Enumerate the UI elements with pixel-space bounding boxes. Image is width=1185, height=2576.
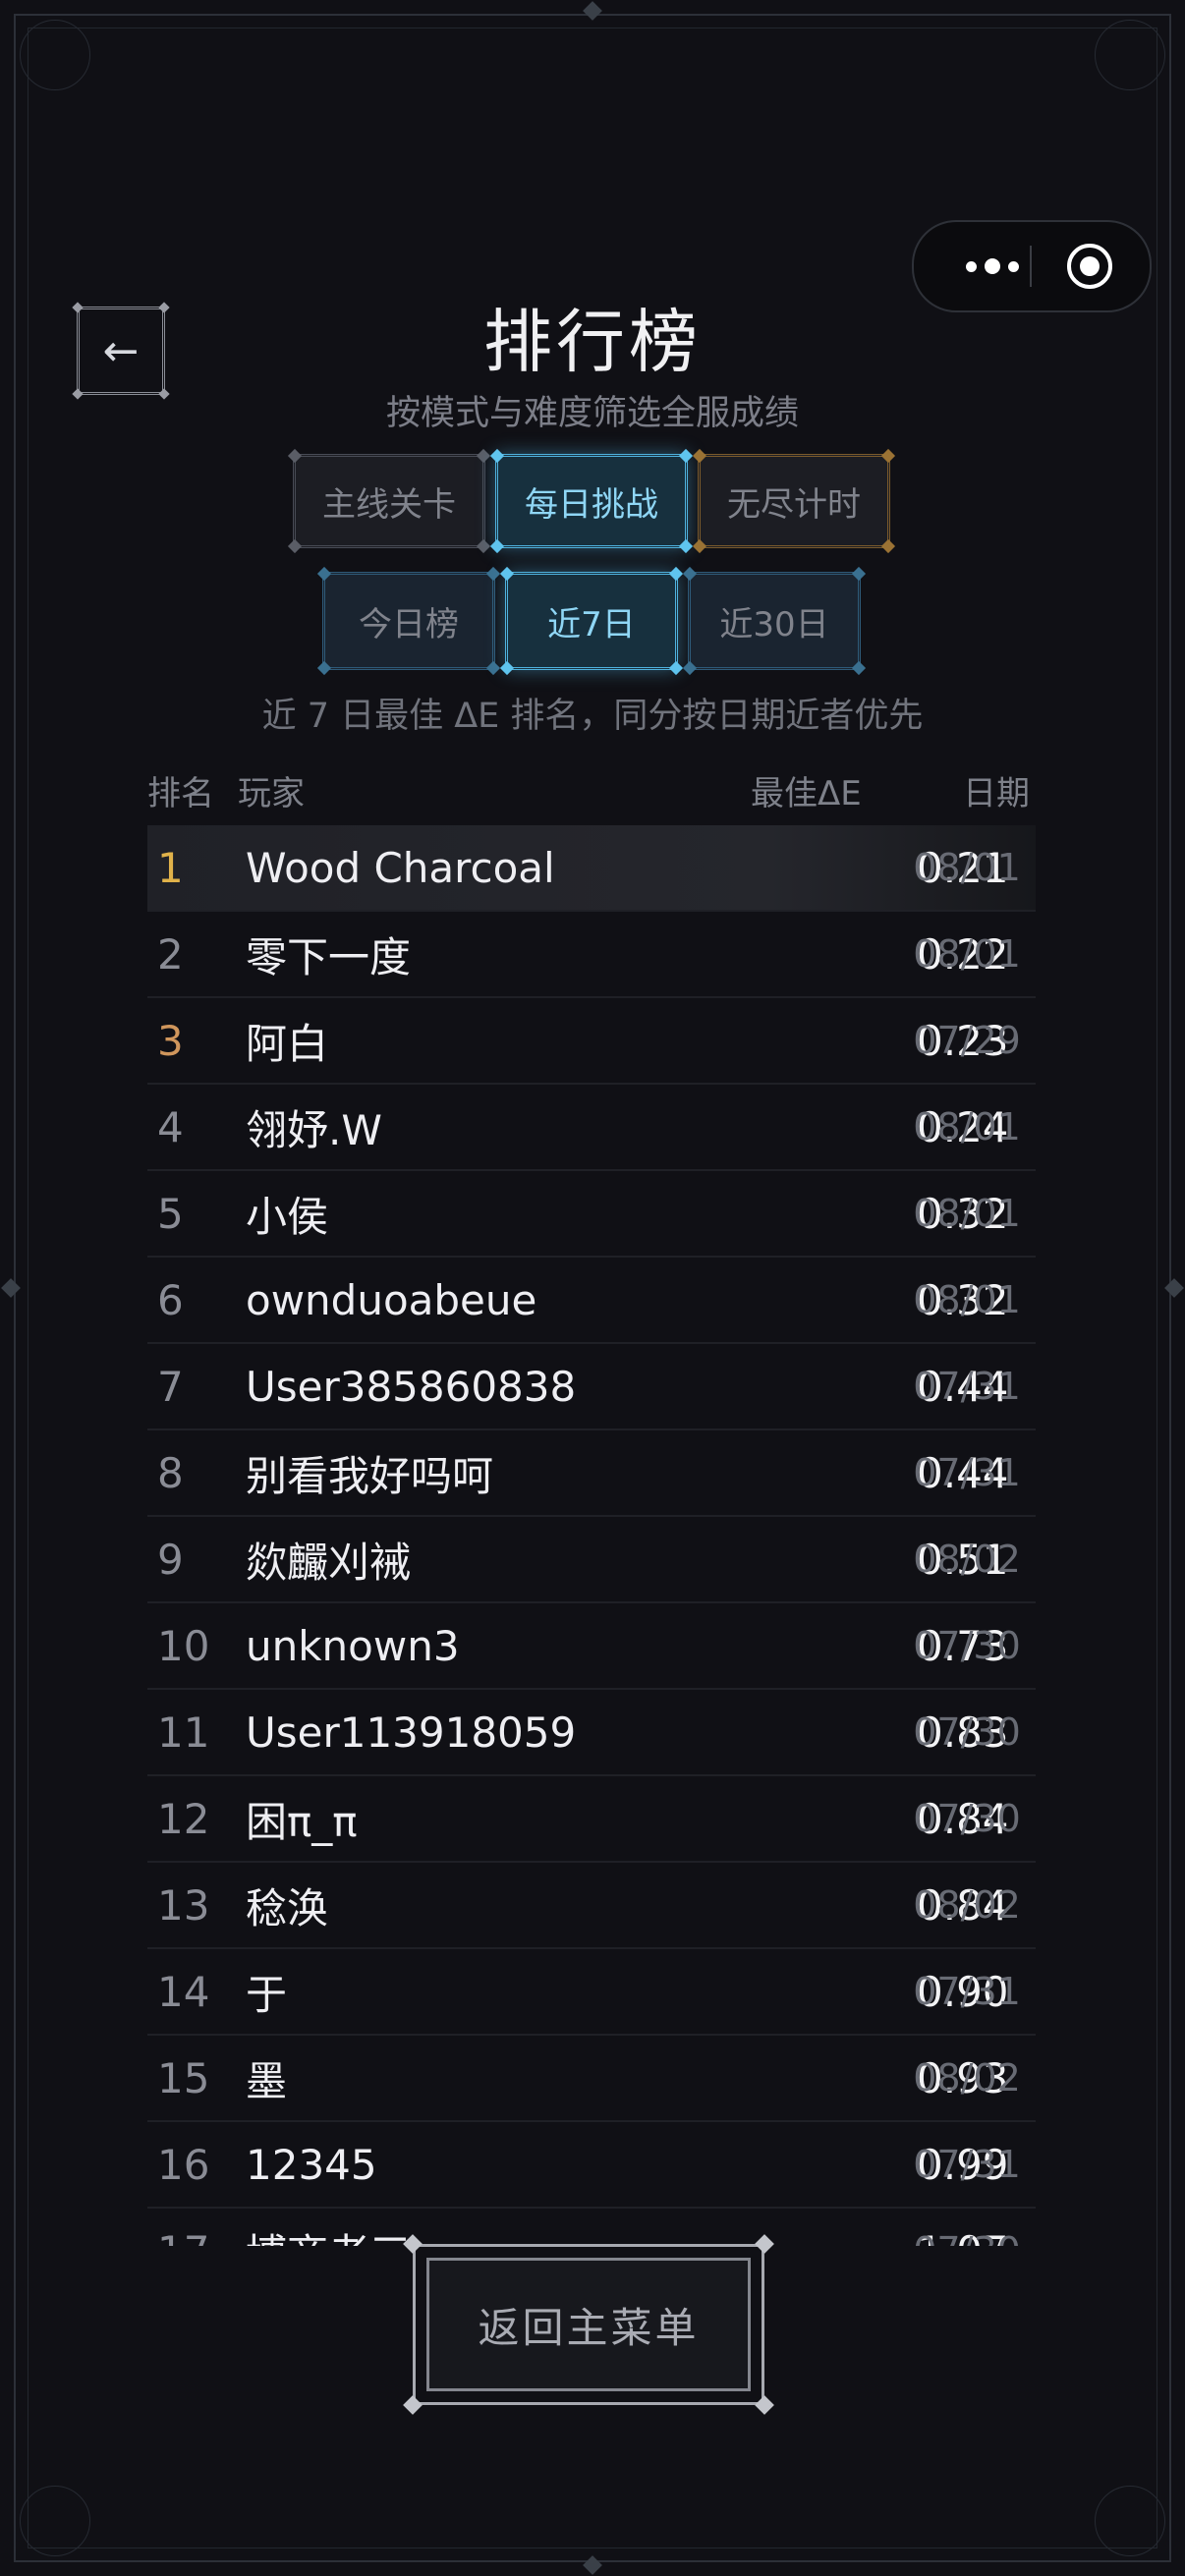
rank-cell: 10 [157, 1621, 210, 1670]
page-title: 排行榜 [483, 302, 702, 382]
rank-cell: 13 [157, 1880, 210, 1930]
page-subtitle: 按模式与难度筛选全服成绩 [385, 394, 799, 433]
tab-label: 主线关卡 [322, 484, 456, 525]
table-row: 13 稔涣 0.84 08/02 [147, 1863, 1036, 1949]
tab-label: 近30日 [719, 604, 829, 644]
date-cell: 07/30 [898, 2209, 1036, 2246]
table-row: 5 小侯 0.32 08/01 [147, 1171, 1036, 1258]
date-cell: 07/31 [913, 1365, 1021, 1408]
tab-label: 今日榜 [359, 604, 459, 644]
ranking-hint: 近 7 日最佳 ΔE 排名，同分按日期近者优先 [261, 697, 924, 736]
table-row: 17博商老三1.0707/30 [147, 2209, 1036, 2247]
player-name-cell: 别看我好吗呵 [246, 1451, 494, 1500]
date-cell: 07/29 [913, 1019, 1021, 1062]
date-cell: 08/02 [913, 1883, 1021, 1927]
return-main-menu-button[interactable]: 返回主菜单 [403, 2234, 774, 2415]
player-name-cell: 小侯 [246, 1192, 329, 1241]
table-row: 11 User113918059 0.83 07/30 [147, 1690, 1036, 1776]
rank-cell: 16 [157, 2140, 210, 2189]
table-row: 8 别看我好吗呵 0.44 07/31 [147, 1430, 1036, 1517]
date-cell: 08/01 [913, 846, 1021, 889]
tab-label: 每日挑战 [525, 484, 658, 525]
date-cell: 08/01 [913, 1192, 1021, 1235]
table-row: 16 12345 0.99 07/31 [147, 2122, 1036, 2209]
tab-today[interactable]: 今日榜 [316, 566, 501, 676]
column-rank: 排名 [147, 774, 214, 813]
table-row: 14 于 0.90 07/31 [147, 1949, 1036, 2036]
corner-ornament [20, 2486, 90, 2556]
table-row: 1 Wood Charcoal 0.21 08/01 [147, 825, 1036, 912]
player-name-cell: 阿白 [246, 1019, 329, 1068]
rank-cell: 9 [157, 1535, 184, 1584]
rank-cell: 12 [157, 1794, 210, 1843]
date-cell: 07/30 [913, 1624, 1021, 1667]
player-name-cell: 稔涣 [246, 1883, 329, 1932]
player-name-cell: ownduoabeue [246, 1275, 537, 1324]
player-name-cell: User385860838 [246, 1362, 577, 1411]
date-cell: 07/31 [913, 1970, 1021, 2013]
rank-cell: 15 [157, 2053, 210, 2102]
player-name-cell: 12345 [246, 2140, 377, 2189]
rank-cell: 1 [157, 843, 184, 892]
player-name-cell: unknown3 [246, 1621, 460, 1670]
date-cell: 07/31 [913, 2143, 1021, 2186]
rank-cell: 5 [157, 1189, 184, 1238]
tab-endless-timed[interactable]: 无尽计时 [692, 448, 896, 554]
table-row: 2 零下一度 0.22 08/01 [147, 912, 1036, 998]
date-cell: 08/02 [913, 1538, 1021, 1581]
table-header: 排名 玩家 最佳ΔE 日期 [147, 766, 1032, 815]
date-cell: 08/01 [913, 932, 1021, 976]
date-cell: 07/31 [913, 1451, 1021, 1494]
player-name-cell: 困π_π [246, 1797, 358, 1846]
column-best-de: 最佳ΔE [751, 774, 862, 813]
table-row: 10 unknown3 0.73 07/30 [147, 1603, 1036, 1690]
date-cell: 08/02 [913, 2056, 1021, 2100]
rank-cell: 8 [157, 1448, 184, 1497]
rank-cell: 17 [157, 2209, 216, 2247]
tab-last-7-days[interactable]: 近7日 [499, 566, 684, 676]
player-name-cell: User113918059 [246, 1708, 577, 1757]
player-name-cell: 博商老三 [246, 2209, 796, 2247]
table-row: 4 翎妤.W 0.24 08/01 [147, 1085, 1036, 1171]
player-name-cell: 欻麣刈裓 [246, 1538, 412, 1587]
rank-cell: 6 [157, 1275, 184, 1324]
player-name-cell: 墨 [246, 2056, 288, 2105]
tab-main-levels[interactable]: 主线关卡 [287, 448, 491, 554]
rank-cell: 4 [157, 1102, 184, 1151]
tab-last-30-days[interactable]: 近30日 [682, 566, 867, 676]
date-cell: 08/01 [913, 1278, 1021, 1321]
rank-cell: 3 [157, 1016, 184, 1065]
date-cell: 07/30 [913, 1710, 1021, 1754]
column-date: 日期 [963, 774, 1030, 813]
tab-label: 无尽计时 [727, 484, 861, 525]
column-player: 玩家 [238, 774, 305, 813]
corner-ornament [1095, 20, 1165, 90]
date-cell: 07/30 [913, 1797, 1021, 1840]
player-name-cell: 翎妤.W [246, 1105, 382, 1154]
player-name-cell: 于 [246, 1970, 288, 2019]
table-row: 3 阿白 0.23 07/29 [147, 998, 1036, 1085]
rank-cell: 7 [157, 1362, 184, 1411]
capsule-divider [1030, 246, 1032, 287]
leaderboard-list[interactable]: 1 Wood Charcoal 0.21 08/01 2 零下一度 0.22 08/01 3 阿白… [147, 825, 1036, 2246]
table-row: 15 墨 0.93 08/02 [147, 2036, 1036, 2122]
close-target-icon[interactable] [1067, 244, 1112, 289]
date-cell: 08/01 [913, 1105, 1021, 1148]
rank-cell: 14 [157, 1967, 210, 2016]
corner-ornament [20, 20, 90, 90]
rank-cell: 2 [157, 929, 184, 979]
table-row: 12 困π_π 0.84 07/30 [147, 1776, 1036, 1863]
table-row: 6 ownduoabeue 0.32 08/01 [147, 1258, 1036, 1344]
rank-cell: 11 [157, 1708, 210, 1757]
corner-ornament [1095, 2486, 1165, 2556]
table-row: 7 User385860838 0.44 07/31 [147, 1344, 1036, 1430]
tab-label: 近7日 [547, 604, 636, 644]
return-main-menu-label: 返回主菜单 [426, 2258, 751, 2391]
table-row: 9 欻麣刈裓 0.51 08/02 [147, 1517, 1036, 1603]
tab-daily-challenge[interactable]: 每日挑战 [489, 448, 694, 554]
player-name-cell: Wood Charcoal [246, 843, 555, 892]
player-name-cell: 零下一度 [246, 932, 412, 981]
